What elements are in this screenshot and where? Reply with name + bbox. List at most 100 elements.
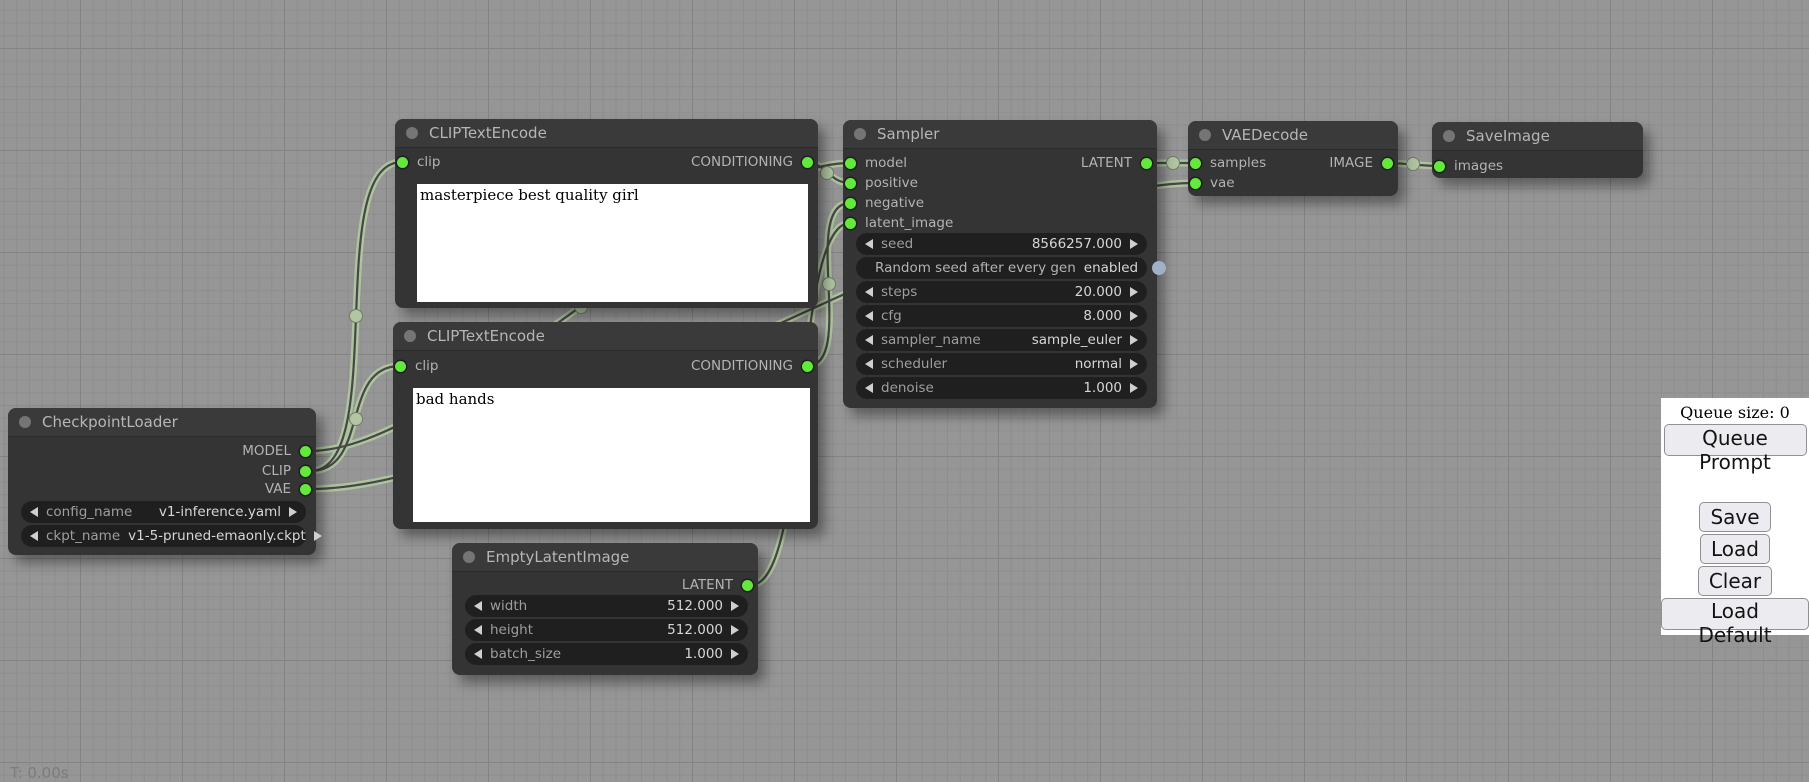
clip-input-port[interactable]: [397, 157, 408, 168]
latent-output-port[interactable]: [742, 580, 753, 591]
increment-arrow-icon[interactable]: [314, 531, 322, 541]
node-title-bar[interactable]: CheckpointLoader: [8, 408, 316, 437]
node-empty-latent-image[interactable]: EmptyLatentImage LATENT width 512.000 he…: [452, 543, 758, 675]
decrement-arrow-icon[interactable]: [865, 359, 873, 369]
increment-arrow-icon[interactable]: [1130, 287, 1138, 297]
input-slot-positive[interactable]: positive: [845, 173, 918, 193]
clip-input-port[interactable]: [395, 361, 406, 372]
save-button[interactable]: Save: [1699, 502, 1770, 532]
increment-arrow-icon[interactable]: [1130, 335, 1138, 345]
collapse-dot-icon[interactable]: [19, 416, 31, 428]
input-slot-samples[interactable]: samples: [1190, 153, 1266, 173]
input-slot-clip[interactable]: clip: [395, 356, 439, 376]
widget-height[interactable]: height 512.000: [465, 619, 748, 641]
negative-prompt-textarea[interactable]: bad hands: [413, 388, 810, 522]
increment-arrow-icon[interactable]: [731, 625, 739, 635]
positive-input-port[interactable]: [845, 178, 856, 189]
decrement-arrow-icon[interactable]: [30, 507, 38, 517]
increment-arrow-icon[interactable]: [1130, 383, 1138, 393]
negative-input-port[interactable]: [845, 198, 856, 209]
collapse-dot-icon[interactable]: [1443, 130, 1455, 142]
conditioning-output-port[interactable]: [802, 157, 813, 168]
comfyui-node-canvas[interactable]: { "canvas": { "perf_label": "T: 0.00s" }…: [0, 0, 1809, 782]
clip-output-port[interactable]: [300, 466, 311, 477]
decrement-arrow-icon[interactable]: [865, 287, 873, 297]
collapse-dot-icon[interactable]: [854, 128, 866, 140]
node-title-bar[interactable]: CLIPTextEncode: [395, 119, 818, 148]
images-input-port[interactable]: [1434, 161, 1445, 172]
increment-arrow-icon[interactable]: [731, 649, 739, 659]
increment-arrow-icon[interactable]: [1130, 311, 1138, 321]
decrement-arrow-icon[interactable]: [865, 311, 873, 321]
node-sampler[interactable]: Sampler model positive negative latent_i…: [843, 120, 1157, 408]
input-slot-vae[interactable]: vae: [1190, 173, 1235, 193]
node-checkpoint-loader[interactable]: CheckpointLoader MODEL CLIP VAE config_n…: [8, 408, 316, 555]
output-slot-conditioning[interactable]: CONDITIONING: [691, 356, 813, 376]
node-title-bar[interactable]: Sampler: [843, 120, 1157, 149]
model-output-port[interactable]: [300, 446, 311, 457]
widget-sampler-name[interactable]: sampler_name sample_euler: [856, 329, 1147, 351]
input-slot-negative[interactable]: negative: [845, 193, 924, 213]
output-slot-image[interactable]: IMAGE: [1329, 153, 1393, 173]
collapse-dot-icon[interactable]: [1199, 129, 1211, 141]
widget-random-seed-toggle[interactable]: Random seed after every gen enabled: [856, 257, 1147, 279]
output-slot-clip[interactable]: CLIP: [262, 461, 311, 481]
input-slot-images[interactable]: images: [1434, 156, 1503, 176]
samples-input-port[interactable]: [1190, 158, 1201, 169]
node-title-bar[interactable]: EmptyLatentImage: [452, 543, 758, 572]
widget-seed[interactable]: seed 8566257.000: [856, 233, 1147, 255]
output-slot-latent[interactable]: LATENT: [1081, 153, 1152, 173]
positive-prompt-textarea[interactable]: masterpiece best quality girl: [417, 184, 808, 302]
increment-arrow-icon[interactable]: [1130, 359, 1138, 369]
collapse-dot-icon[interactable]: [406, 127, 418, 139]
input-slot-clip[interactable]: clip: [397, 152, 441, 172]
decrement-arrow-icon[interactable]: [865, 383, 873, 393]
widget-config-name[interactable]: config_name v1-inference.yaml: [21, 501, 306, 523]
increment-arrow-icon[interactable]: [1130, 239, 1138, 249]
conditioning-output-port[interactable]: [802, 361, 813, 372]
input-slot-model[interactable]: model: [845, 153, 907, 173]
input-slot-latent-image[interactable]: latent_image: [845, 213, 953, 233]
decrement-arrow-icon[interactable]: [474, 625, 482, 635]
decrement-arrow-icon[interactable]: [30, 531, 38, 541]
node-title-bar[interactable]: CLIPTextEncode: [393, 322, 818, 351]
node-title-bar[interactable]: SaveImage: [1432, 122, 1643, 151]
widget-batch-size[interactable]: batch_size 1.000: [465, 643, 748, 665]
load-button[interactable]: Load: [1700, 534, 1770, 564]
widget-ckpt-name[interactable]: ckpt_name v1-5-pruned-emaonly.ckpt: [21, 525, 306, 547]
vae-output-port[interactable]: [300, 484, 311, 495]
queue-prompt-button[interactable]: Queue Prompt: [1664, 424, 1807, 456]
output-slot-model[interactable]: MODEL: [242, 441, 311, 461]
widget-scheduler[interactable]: scheduler normal: [856, 353, 1147, 375]
output-slot-label: CLIP: [262, 463, 291, 479]
widget-value: 8.000: [1083, 308, 1122, 324]
increment-arrow-icon[interactable]: [731, 601, 739, 611]
output-slot-vae[interactable]: VAE: [265, 479, 311, 499]
model-input-port[interactable]: [845, 158, 856, 169]
widget-denoise[interactable]: denoise 1.000: [856, 377, 1147, 399]
vae-input-port[interactable]: [1190, 178, 1201, 189]
node-save-image[interactable]: SaveImage images: [1432, 122, 1643, 178]
load-default-button[interactable]: Load Default: [1661, 598, 1809, 630]
widget-cfg[interactable]: cfg 8.000: [856, 305, 1147, 327]
widget-steps[interactable]: steps 20.000: [856, 281, 1147, 303]
increment-arrow-icon[interactable]: [289, 507, 297, 517]
node-clip-text-encode-negative[interactable]: CLIPTextEncode clip CONDITIONING bad han…: [393, 322, 818, 529]
widget-width[interactable]: width 512.000: [465, 595, 748, 617]
decrement-arrow-icon[interactable]: [865, 239, 873, 249]
latent-image-input-port[interactable]: [845, 218, 856, 229]
clear-button[interactable]: Clear: [1698, 566, 1772, 596]
decrement-arrow-icon[interactable]: [865, 335, 873, 345]
decrement-arrow-icon[interactable]: [474, 601, 482, 611]
node-vae-decode[interactable]: VAEDecode samples vae IMAGE: [1188, 121, 1398, 196]
node-title-bar[interactable]: VAEDecode: [1188, 121, 1398, 150]
collapse-dot-icon[interactable]: [463, 551, 475, 563]
collapse-dot-icon[interactable]: [404, 330, 416, 342]
decrement-arrow-icon[interactable]: [474, 649, 482, 659]
toggle-enabled-icon[interactable]: [1152, 261, 1166, 275]
output-slot-latent[interactable]: LATENT: [682, 575, 753, 595]
image-output-port[interactable]: [1382, 158, 1393, 169]
latent-output-port[interactable]: [1141, 158, 1152, 169]
node-clip-text-encode-positive[interactable]: CLIPTextEncode clip CONDITIONING masterp…: [395, 119, 818, 308]
output-slot-conditioning[interactable]: CONDITIONING: [691, 152, 813, 172]
